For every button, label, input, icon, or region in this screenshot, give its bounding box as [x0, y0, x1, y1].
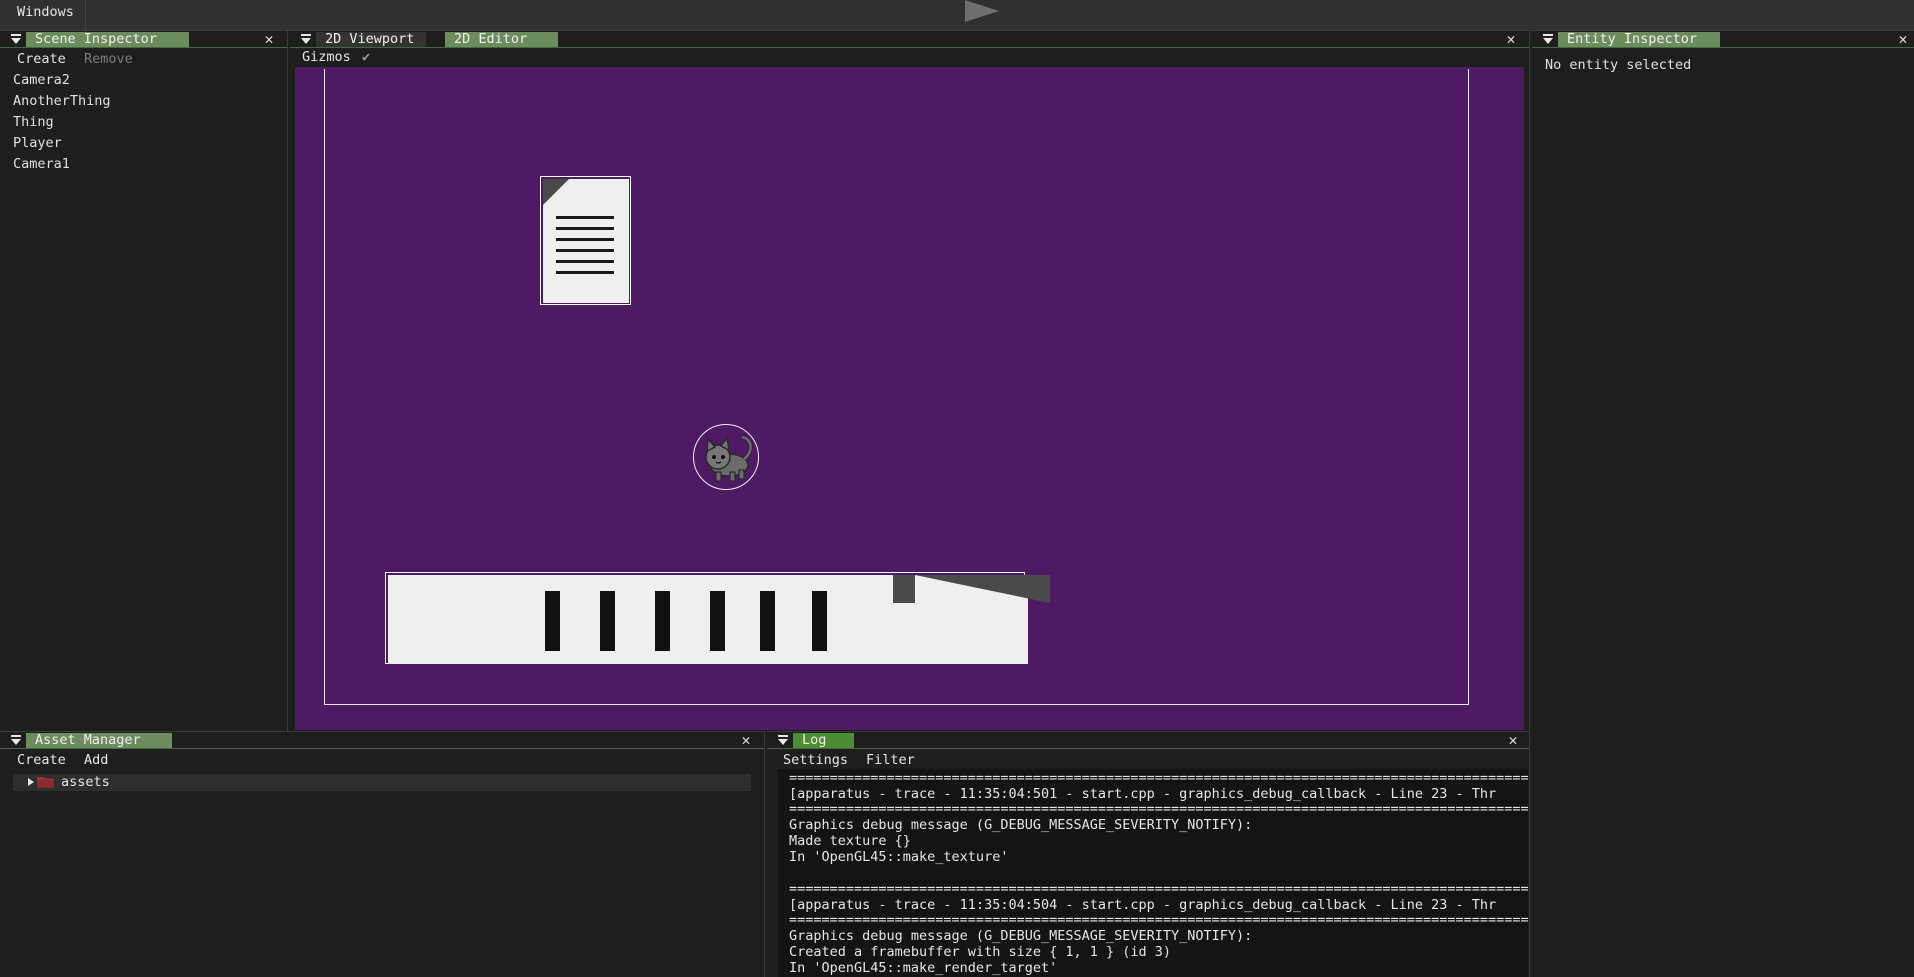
- collapse-icon[interactable]: [778, 735, 789, 746]
- asset-manager-panel: Asset Manager ✕ Create Add assets: [0, 731, 765, 977]
- keyboard-key: [655, 591, 670, 651]
- play-icon[interactable]: [965, 0, 999, 22]
- document-fold: [543, 179, 569, 205]
- close-icon[interactable]: ✕: [262, 31, 276, 47]
- collapse-icon[interactable]: [301, 34, 312, 45]
- document-line: [556, 260, 614, 263]
- panel-titlebar: Scene Inspector ✕: [0, 31, 287, 48]
- keyboard-flap: [893, 575, 915, 603]
- close-icon[interactable]: ✕: [1504, 31, 1518, 47]
- create-asset-button[interactable]: Create: [17, 752, 66, 768]
- log-line: [apparatus - trace - 11:35:04:504 - star…: [789, 897, 1497, 913]
- keyboard-key: [710, 591, 725, 651]
- tab-asset-manager[interactable]: Asset Manager: [26, 733, 172, 748]
- log-filter-button[interactable]: Filter: [866, 752, 915, 768]
- cat-player-sprite[interactable]: [693, 424, 759, 490]
- scene-entity-camera1[interactable]: Camera1: [13, 156, 70, 172]
- keyboard-key: [600, 591, 615, 651]
- scene-entity-anotherthing[interactable]: AnotherThing: [13, 93, 111, 109]
- panel-titlebar: 2D Viewport 2D Editor ✕: [290, 31, 1529, 48]
- panel-titlebar: Log ✕: [767, 732, 1529, 749]
- panel-titlebar: Asset Manager ✕: [0, 732, 764, 749]
- log-output[interactable]: ========================================…: [778, 769, 1528, 977]
- close-icon[interactable]: ✕: [1506, 732, 1520, 748]
- scene-entity-thing[interactable]: Thing: [13, 114, 54, 130]
- keyboard-key: [545, 591, 560, 651]
- scene-inspector-panel: Scene Inspector ✕ Create Remove Camera2 …: [0, 31, 288, 731]
- log-line: Created a framebuffer with size { 1, 1 }…: [789, 944, 1172, 960]
- remove-entity-button[interactable]: Remove: [84, 51, 133, 67]
- document-sprite[interactable]: [540, 176, 631, 305]
- document-line: [556, 238, 614, 241]
- check-icon[interactable]: ✔: [362, 49, 370, 65]
- collapse-icon[interactable]: [11, 735, 22, 746]
- collapse-icon[interactable]: [11, 34, 22, 45]
- panel-titlebar: Entity Inspector ✕: [1532, 31, 1914, 48]
- menu-windows[interactable]: Windows: [6, 0, 86, 31]
- close-icon[interactable]: ✕: [739, 732, 753, 748]
- document-line: [556, 271, 614, 274]
- asset-folder-label: assets: [61, 774, 110, 790]
- empty-selection-text: No entity selected: [1545, 57, 1692, 73]
- log-line: ========================================…: [789, 770, 1528, 786]
- create-entity-button[interactable]: Create: [17, 51, 66, 67]
- entity-inspector-panel: Entity Inspector ✕ No entity selected: [1532, 31, 1914, 977]
- log-line: In 'OpenGL45::make_texture': [789, 849, 1009, 865]
- tab-log[interactable]: Log: [793, 733, 854, 748]
- scene-entity-player[interactable]: Player: [13, 135, 62, 151]
- document-line: [556, 249, 614, 252]
- tab-2d-viewport[interactable]: 2D Viewport: [316, 32, 426, 47]
- keyboard-flap: [915, 575, 1050, 603]
- editor-panel: 2D Viewport 2D Editor ✕ Gizmos ✔: [290, 31, 1530, 731]
- keyboard-sprite[interactable]: [385, 572, 1050, 664]
- menu-bar: Windows: [0, 0, 1914, 31]
- tab-entity-inspector[interactable]: Entity Inspector: [1558, 32, 1720, 47]
- editor-viewport[interactable]: [295, 67, 1524, 730]
- close-icon[interactable]: ✕: [1896, 31, 1910, 47]
- asset-tree-row[interactable]: assets: [13, 774, 751, 791]
- log-settings-button[interactable]: Settings: [783, 752, 848, 768]
- document-line: [556, 227, 614, 230]
- keyboard-key: [760, 591, 775, 651]
- document-line: [556, 216, 614, 219]
- log-line: Graphics debug message (G_DEBUG_MESSAGE_…: [789, 928, 1253, 944]
- keyboard-body: [388, 575, 1050, 664]
- log-line: Graphics debug message (G_DEBUG_MESSAGE_…: [789, 817, 1253, 833]
- collapse-icon[interactable]: [1543, 34, 1554, 45]
- folder-icon: [37, 777, 54, 788]
- tab-2d-editor[interactable]: 2D Editor: [445, 32, 558, 47]
- expand-arrow-icon[interactable]: [28, 778, 34, 786]
- tab-scene-inspector[interactable]: Scene Inspector: [26, 32, 189, 47]
- log-line: ========================================…: [789, 912, 1528, 928]
- log-line: ========================================…: [789, 801, 1528, 817]
- log-line: In 'OpenGL45::make_render_target': [789, 960, 1058, 976]
- keyboard-key: [812, 591, 827, 651]
- log-line: [apparatus - trace - 11:35:04:501 - star…: [789, 786, 1497, 802]
- log-line: ========================================…: [789, 881, 1528, 897]
- add-asset-button[interactable]: Add: [84, 752, 108, 768]
- log-panel: Log ✕ Settings Filter ==================…: [767, 731, 1530, 977]
- scene-entity-camera2[interactable]: Camera2: [13, 72, 70, 88]
- cat-icon: [705, 435, 753, 482]
- gizmos-toggle[interactable]: Gizmos: [302, 49, 351, 65]
- log-line: Made texture {}: [789, 833, 911, 849]
